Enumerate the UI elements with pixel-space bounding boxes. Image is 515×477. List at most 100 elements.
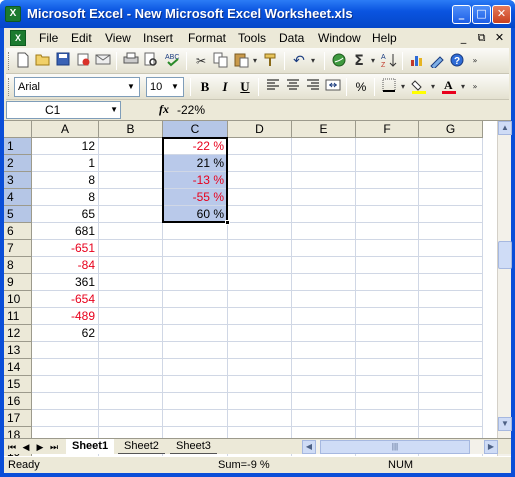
cell-b4[interactable] xyxy=(99,189,163,206)
column-header-f[interactable]: F xyxy=(356,121,419,138)
format-painter-icon[interactable] xyxy=(262,52,280,70)
cell-c17[interactable] xyxy=(163,410,228,427)
column-header-d[interactable]: D xyxy=(228,121,292,138)
cell-e3[interactable] xyxy=(292,172,356,189)
cell-b11[interactable] xyxy=(99,308,163,325)
font-color-dropdown-icon[interactable]: ▾ xyxy=(458,78,468,96)
next-sheet-icon[interactable]: ▶ xyxy=(34,440,46,454)
row-header-8[interactable]: 8 xyxy=(4,257,32,274)
menu-insert[interactable]: Insert xyxy=(143,31,173,45)
cell-f6[interactable] xyxy=(356,223,419,240)
row-header-14[interactable]: 14 xyxy=(4,359,32,376)
cell-b2[interactable] xyxy=(99,155,163,172)
cell-c15[interactable] xyxy=(163,376,228,393)
menu-data[interactable]: Data xyxy=(279,31,304,45)
last-sheet-icon[interactable]: ⏭ xyxy=(48,440,60,454)
cell-f7[interactable] xyxy=(356,240,419,257)
cell-g8[interactable] xyxy=(419,257,483,274)
cell-d2[interactable] xyxy=(228,155,292,172)
formula-input[interactable]: -22% xyxy=(177,101,509,119)
font-color-icon[interactable]: A xyxy=(440,78,458,96)
cell-d17[interactable] xyxy=(228,410,292,427)
row-header-10[interactable]: 10 xyxy=(4,291,32,308)
cell-f13[interactable] xyxy=(356,342,419,359)
cell-c4[interactable]: -55 % xyxy=(163,189,228,206)
row-header-12[interactable]: 12 xyxy=(4,325,32,342)
cell-g7[interactable] xyxy=(419,240,483,257)
print-icon[interactable] xyxy=(122,52,140,70)
cell-a1[interactable]: 12 xyxy=(32,138,99,155)
cell-g10[interactable] xyxy=(419,291,483,308)
cell-a16[interactable] xyxy=(32,393,99,410)
row-header-9[interactable]: 9 xyxy=(4,274,32,291)
chevron-down-icon[interactable]: ▼ xyxy=(124,79,138,95)
cell-e13[interactable] xyxy=(292,342,356,359)
cell-e5[interactable] xyxy=(292,206,356,223)
align-center-icon[interactable] xyxy=(284,78,302,96)
align-right-icon[interactable] xyxy=(304,78,322,96)
doc-minimize-button[interactable]: _ xyxy=(456,30,471,45)
select-all-button[interactable] xyxy=(4,121,32,138)
minimize-button[interactable]: _ xyxy=(452,5,471,24)
percent-style-button[interactable]: % xyxy=(352,78,370,96)
cell-g16[interactable] xyxy=(419,393,483,410)
name-box[interactable]: C1 ▼ xyxy=(6,101,121,119)
cell-a3[interactable]: 8 xyxy=(32,172,99,189)
row-header-16[interactable]: 16 xyxy=(4,393,32,410)
cell-d6[interactable] xyxy=(228,223,292,240)
fill-color-icon[interactable] xyxy=(410,78,428,96)
font-size-box[interactable]: 10 ▼ xyxy=(146,77,184,97)
cell-a4[interactable]: 8 xyxy=(32,189,99,206)
cell-f1[interactable] xyxy=(356,138,419,155)
cell-c2[interactable]: 21 % xyxy=(163,155,228,172)
scroll-right-icon[interactable]: ▶ xyxy=(484,440,498,454)
cell-g3[interactable] xyxy=(419,172,483,189)
cell-g11[interactable] xyxy=(419,308,483,325)
cell-e11[interactable] xyxy=(292,308,356,325)
cell-c8[interactable] xyxy=(163,257,228,274)
fill-handle[interactable] xyxy=(225,220,230,225)
merge-center-icon[interactable] xyxy=(324,78,342,96)
cell-f9[interactable] xyxy=(356,274,419,291)
chevron-down-icon[interactable]: ▼ xyxy=(168,79,182,95)
row-header-15[interactable]: 15 xyxy=(4,376,32,393)
toolbar-grip[interactable] xyxy=(8,52,11,70)
cell-c3[interactable]: -13 % xyxy=(163,172,228,189)
workbook-icon[interactable]: X xyxy=(10,30,26,46)
cell-g9[interactable] xyxy=(419,274,483,291)
cell-a2[interactable]: 1 xyxy=(32,155,99,172)
cell-f17[interactable] xyxy=(356,410,419,427)
autosum-icon[interactable]: Σ xyxy=(350,52,368,70)
italic-button[interactable]: I xyxy=(216,78,234,96)
tab-sheet3[interactable]: Sheet3 xyxy=(170,439,217,454)
cell-d13[interactable] xyxy=(228,342,292,359)
chart-wizard-icon[interactable] xyxy=(408,52,426,70)
close-button[interactable]: ✕ xyxy=(492,5,511,24)
save-icon[interactable] xyxy=(54,52,72,70)
print-preview-icon[interactable] xyxy=(142,52,160,70)
cell-b15[interactable] xyxy=(99,376,163,393)
cell-b17[interactable] xyxy=(99,410,163,427)
cell-d16[interactable] xyxy=(228,393,292,410)
cell-f2[interactable] xyxy=(356,155,419,172)
cell-e4[interactable] xyxy=(292,189,356,206)
cell-g6[interactable] xyxy=(419,223,483,240)
cell-e10[interactable] xyxy=(292,291,356,308)
menu-tools[interactable]: Tools xyxy=(238,31,266,45)
tab-sheet2[interactable]: Sheet2 xyxy=(118,439,165,454)
autosum-dropdown-icon[interactable]: ▾ xyxy=(368,52,378,70)
cell-a14[interactable] xyxy=(32,359,99,376)
menu-view[interactable]: View xyxy=(105,31,131,45)
paste-icon[interactable] xyxy=(232,52,250,70)
cell-g2[interactable] xyxy=(419,155,483,172)
cell-e8[interactable] xyxy=(292,257,356,274)
row-header-13[interactable]: 13 xyxy=(4,342,32,359)
cell-d4[interactable] xyxy=(228,189,292,206)
row-header-11[interactable]: 11 xyxy=(4,308,32,325)
cell-g12[interactable] xyxy=(419,325,483,342)
column-header-e[interactable]: E xyxy=(292,121,356,138)
cell-g13[interactable] xyxy=(419,342,483,359)
cell-e6[interactable] xyxy=(292,223,356,240)
font-name-box[interactable]: Arial ▼ xyxy=(14,77,140,97)
cell-e16[interactable] xyxy=(292,393,356,410)
